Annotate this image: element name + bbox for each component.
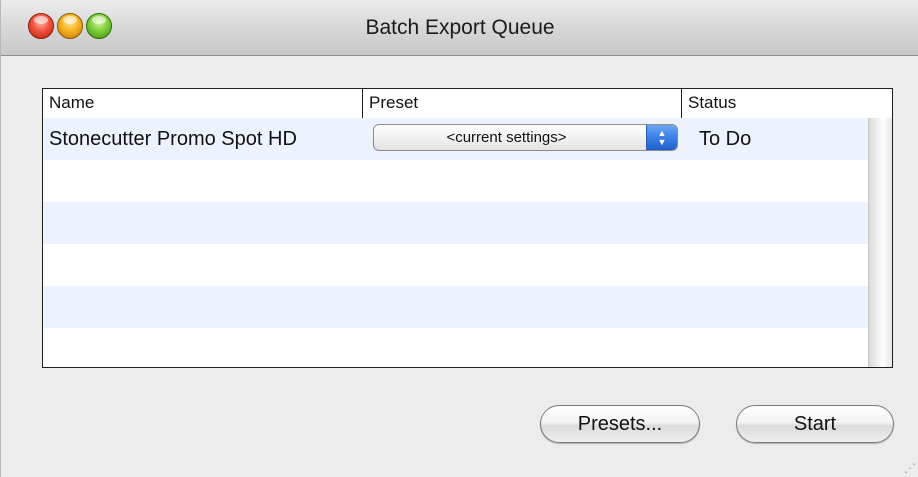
column-header-name[interactable]: Name (43, 89, 363, 118)
start-button[interactable]: Start (736, 405, 894, 443)
column-header-status[interactable]: Status (682, 89, 892, 118)
batch-export-queue-window: Batch Export Queue Name Preset Status St… (0, 0, 918, 477)
title-bar[interactable]: Batch Export Queue (1, 0, 918, 56)
presets-button[interactable]: Presets... (540, 405, 700, 443)
preset-popup-button[interactable]: <current settings> ▲ ▼ (373, 124, 678, 151)
column-header-preset[interactable]: Preset (363, 89, 682, 118)
row-name-cell: Stonecutter Promo Spot HD (49, 128, 297, 150)
empty-row (43, 328, 868, 367)
row-status-cell: To Do (699, 128, 752, 150)
empty-row (43, 244, 868, 286)
vertical-scrollbar[interactable] (868, 118, 892, 367)
empty-row (43, 286, 868, 328)
up-down-chevron-icon: ▲ ▼ (646, 125, 677, 150)
window-title: Batch Export Queue (365, 16, 555, 39)
resize-grip-icon[interactable]: ⋰ (902, 461, 916, 475)
empty-row (43, 160, 868, 202)
table-header: Name Preset Status (43, 89, 892, 119)
table-body: Stonecutter Promo Spot HD <current setti… (43, 118, 868, 367)
empty-row (43, 202, 868, 244)
preset-popup-label: <current settings> (446, 129, 567, 146)
table-row[interactable]: Stonecutter Promo Spot HD <current setti… (43, 118, 868, 160)
export-queue-table[interactable]: Name Preset Status Stonecutter Promo Spo… (42, 88, 893, 368)
